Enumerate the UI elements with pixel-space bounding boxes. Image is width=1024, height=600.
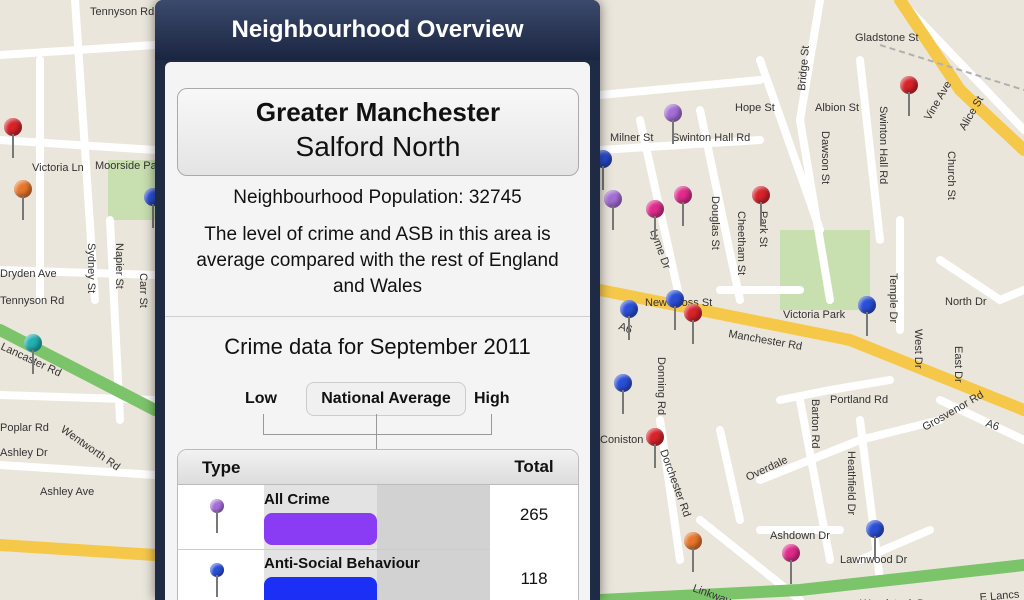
street-label: Temple Dr xyxy=(887,273,899,323)
pin-stem xyxy=(216,575,218,597)
pin-stem xyxy=(672,120,674,144)
scale-ruler xyxy=(263,414,492,435)
purple-pin-icon xyxy=(210,499,226,539)
panel-title: Neighbourhood Overview xyxy=(155,0,600,60)
area-name: Salford North xyxy=(295,131,461,162)
map-pin-icon[interactable] xyxy=(782,544,804,588)
table-header-type: Type xyxy=(202,458,241,477)
pin-stem xyxy=(692,320,694,344)
street-label: Donning Rd xyxy=(655,357,667,415)
map-pin-icon[interactable] xyxy=(4,118,26,162)
pin-stem xyxy=(692,548,694,572)
neighbourhood-overview-panel: Neighbourhood Overview Greater Mancheste… xyxy=(155,0,600,600)
street-label: Swinton Hall Rd xyxy=(877,106,889,184)
pin-stem xyxy=(654,216,656,240)
row-total: 118 xyxy=(520,569,548,588)
row-label: All Crime xyxy=(264,491,330,508)
crime-level-bar xyxy=(264,577,377,600)
map-pin-icon[interactable] xyxy=(900,76,922,120)
pin-stem xyxy=(602,166,604,190)
map-pin-icon[interactable] xyxy=(604,190,626,234)
street-label: Victoria Park xyxy=(783,309,846,321)
map-pin-icon[interactable] xyxy=(24,334,46,378)
map-pin-icon[interactable] xyxy=(614,374,636,418)
street-label: Cheetham St xyxy=(735,211,747,275)
street-label: North Dr xyxy=(945,296,987,308)
street-label: Dawson St xyxy=(819,131,831,184)
street-label: Coniston xyxy=(600,434,643,446)
divider xyxy=(165,316,590,317)
map-pin-icon[interactable] xyxy=(14,180,36,224)
row-label: Anti-Social Behaviour xyxy=(264,555,420,572)
pin-stem xyxy=(866,312,868,336)
map-pin-icon[interactable] xyxy=(646,428,668,472)
street-label: Tennyson Rd xyxy=(0,295,64,307)
table-row[interactable]: All Crime 265 xyxy=(178,485,578,550)
street-label: Milner St xyxy=(610,132,653,144)
pin-stem xyxy=(32,350,34,374)
blue-pin-icon xyxy=(210,563,226,600)
pin-stem xyxy=(216,511,218,533)
pin-stem xyxy=(628,316,630,340)
pin-stem xyxy=(908,92,910,116)
street-label: Ashley Dr xyxy=(0,447,48,459)
crime-level-text: The level of crime and ASB in this area … xyxy=(196,224,559,297)
scale-high-label: High xyxy=(474,390,510,407)
crime-data-heading: Crime data for September 2011 xyxy=(224,334,531,359)
crime-level-bar xyxy=(264,513,377,545)
pin-stem xyxy=(674,306,676,330)
pin-stem xyxy=(874,536,876,560)
street-label: Ashley Ave xyxy=(40,486,94,498)
area-box[interactable]: Greater Manchester Salford North xyxy=(177,88,579,176)
area-region: Greater Manchester xyxy=(255,97,501,127)
row-total: 265 xyxy=(519,505,549,524)
street-label: Sydney St xyxy=(85,243,97,293)
map-pin-icon[interactable] xyxy=(684,532,706,576)
pin-stem xyxy=(790,560,792,584)
pin-stem xyxy=(612,206,614,230)
street-label: Tennyson Rd xyxy=(90,6,154,18)
map-pin-icon[interactable] xyxy=(664,104,686,148)
map-pin-icon[interactable] xyxy=(646,200,668,244)
street-label: Albion St xyxy=(815,102,859,114)
street-label: Napier St xyxy=(113,243,125,289)
pin-stem xyxy=(682,202,684,226)
street-label: Church St xyxy=(945,151,957,200)
crime-table: Type Total All Crime 265 Anti-Social Beh… xyxy=(177,449,579,600)
street-label: West Dr xyxy=(912,329,924,369)
pin-stem xyxy=(12,134,14,158)
pin-stem xyxy=(622,390,624,414)
street-label: Heathfield Dr xyxy=(845,451,857,516)
pin-stem xyxy=(654,444,656,468)
map-pin-icon[interactable] xyxy=(684,304,706,348)
map-pin-icon[interactable] xyxy=(866,520,888,564)
street-label: Carr St xyxy=(137,273,149,308)
panel-body: Greater Manchester Salford North Neighbo… xyxy=(165,62,590,600)
street-label: Barton Rd xyxy=(809,399,821,449)
scale-average-tick xyxy=(376,414,377,454)
map-pin-icon[interactable] xyxy=(858,296,880,340)
table-row[interactable]: Anti-Social Behaviour 118 xyxy=(178,549,578,600)
street-label: Hope St xyxy=(735,102,775,114)
table-header-total: Total xyxy=(490,450,578,484)
pin-stem xyxy=(760,202,762,226)
map-pin-icon[interactable] xyxy=(752,186,774,230)
street-label: Dryden Ave xyxy=(0,268,57,280)
pin-stem xyxy=(152,204,154,228)
street-label: Gladstone St xyxy=(855,32,919,44)
street-label: Ashdown Dr xyxy=(770,530,830,542)
street-label: Poplar Rd xyxy=(0,422,49,434)
street-label: Douglas St xyxy=(709,196,721,250)
scale-low-label: Low xyxy=(245,390,277,407)
street-label: Victoria Ln xyxy=(32,162,84,174)
map-pin-icon[interactable] xyxy=(674,186,696,230)
table-header: Type Total xyxy=(178,450,578,485)
population-text: Neighbourhood Population: 32745 xyxy=(233,187,522,208)
pin-stem xyxy=(22,196,24,220)
map-pin-icon[interactable] xyxy=(620,300,642,344)
scale-national-average-label: National Average xyxy=(306,382,466,416)
street-label: East Dr xyxy=(952,346,964,383)
street-label: Portland Rd xyxy=(830,394,888,406)
